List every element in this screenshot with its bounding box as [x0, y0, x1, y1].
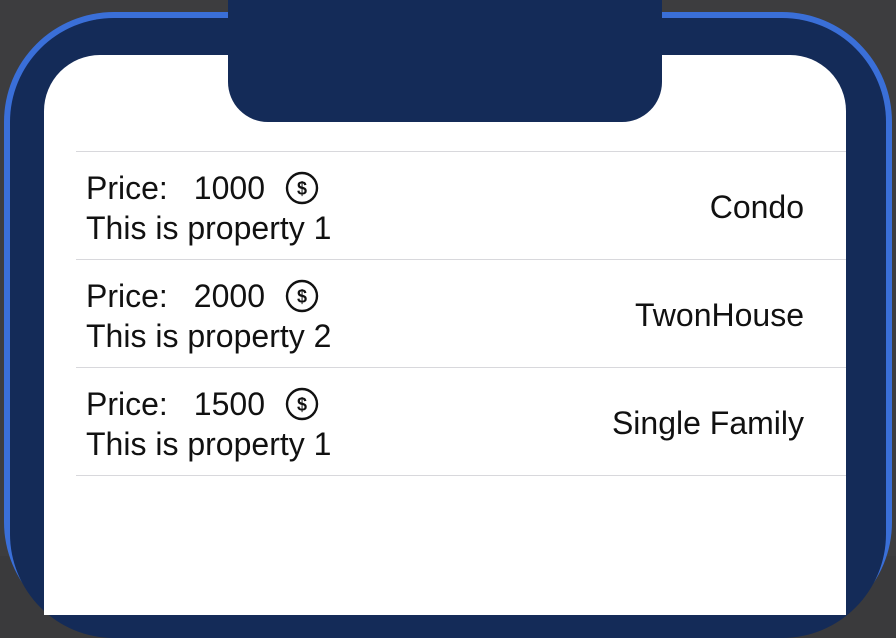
price-value: 1500 [193, 385, 265, 422]
svg-text:$: $ [297, 395, 307, 415]
property-list: Price: 1000 $ This is property 1 Condo P… [76, 151, 846, 476]
phone-notch [228, 0, 662, 122]
property-type: Single Family [611, 405, 804, 441]
price-line: Price: 1000 $ [86, 169, 319, 207]
price-value: 1000 [193, 169, 265, 206]
property-description: This is property 2 [86, 318, 332, 354]
price-line: Price: 2000 $ [86, 277, 319, 315]
property-row[interactable]: Price: 1500 $ This is property 1 Single … [76, 368, 846, 476]
property-type: Condo [709, 189, 804, 225]
price-label: Price: [86, 277, 168, 314]
price-label: Price: [86, 385, 168, 422]
property-description: This is property 1 [86, 210, 332, 246]
price-value: 2000 [193, 277, 265, 314]
svg-text:$: $ [297, 179, 307, 199]
svg-text:$: $ [297, 287, 307, 307]
property-row[interactable]: Price: 1000 $ This is property 1 Condo [76, 152, 846, 260]
property-type: TwonHouse [635, 297, 804, 333]
property-row[interactable]: Price: 2000 $ This is property 2 TwonHou… [76, 260, 846, 368]
dollar-circle-icon: $ [285, 387, 319, 421]
price-label: Price: [86, 169, 168, 206]
dollar-circle-icon: $ [285, 279, 319, 313]
price-line: Price: 1500 $ [86, 385, 319, 423]
dollar-circle-icon: $ [285, 171, 319, 205]
property-description: This is property 1 [86, 426, 332, 462]
